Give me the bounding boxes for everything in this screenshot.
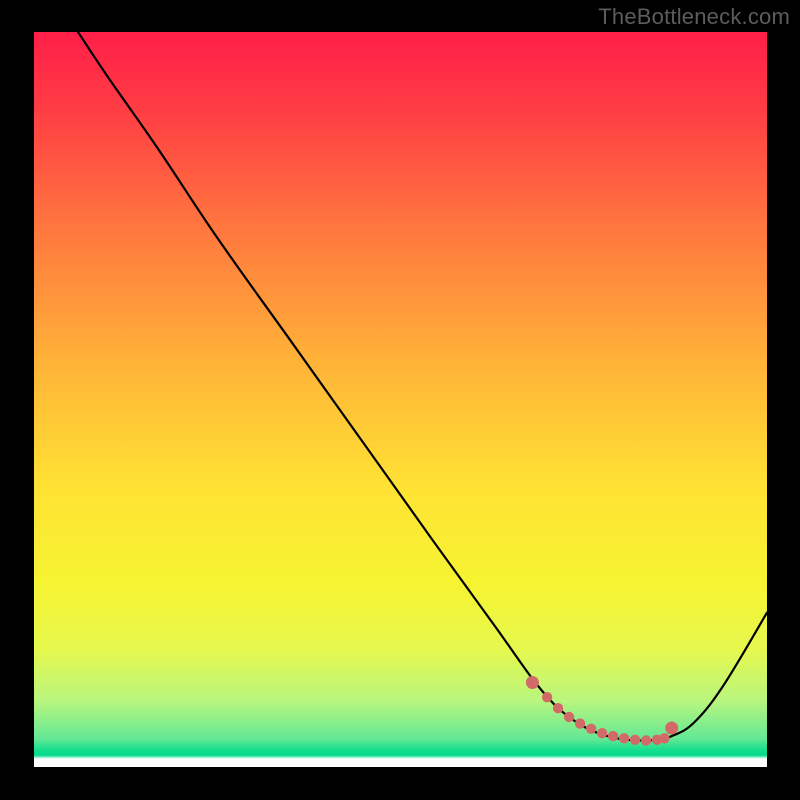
highlight-dot (659, 733, 669, 743)
highlight-dots (526, 676, 678, 746)
highlight-dot (597, 728, 607, 738)
watermark-text: TheBottleneck.com (598, 4, 790, 30)
plot-area (34, 32, 767, 767)
highlight-dot (542, 692, 552, 702)
highlight-dot (575, 718, 585, 728)
highlight-dot (619, 733, 629, 743)
highlight-dot (641, 735, 651, 745)
curve-layer (34, 32, 767, 767)
highlight-dot (564, 712, 574, 722)
highlight-dot (665, 722, 678, 735)
bottleneck-curve (78, 32, 767, 741)
highlight-dot (586, 724, 596, 734)
highlight-dot (608, 731, 618, 741)
highlight-dot (630, 735, 640, 745)
highlight-dot (526, 676, 539, 689)
highlight-dot (553, 703, 563, 713)
chart-frame: TheBottleneck.com (0, 0, 800, 800)
